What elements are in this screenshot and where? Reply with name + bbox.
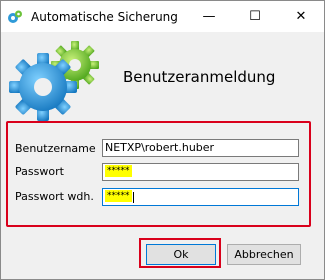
close-icon: ✕ (295, 9, 307, 24)
maximize-icon: ☐ (249, 9, 261, 24)
login-dialog: Automatische Sicherung — ☐ ✕ Benutzeranm… (0, 0, 325, 280)
username-field[interactable]: NETXP\robert.huber (102, 139, 299, 157)
gear-icon (8, 10, 22, 23)
username-label: Benutzername (15, 142, 96, 155)
password-field[interactable]: ***** (102, 163, 299, 181)
ok-button[interactable]: Ok (146, 244, 216, 265)
minimize-icon: — (202, 9, 216, 24)
password-repeat-label: Passwort wdh. (15, 190, 94, 203)
dialog-heading: Benutzeranmeldung (123, 68, 276, 86)
minimize-button[interactable]: — (186, 1, 232, 32)
window-title: Automatische Sicherung (31, 10, 178, 24)
password-repeat-field[interactable]: ***** (102, 188, 299, 206)
text-caret (132, 191, 134, 203)
gears-icon (9, 41, 99, 121)
password-label: Passwort (15, 165, 64, 178)
close-button[interactable]: ✕ (278, 1, 324, 32)
ok-button-label: Ok (173, 248, 189, 261)
title-bar[interactable]: Automatische Sicherung — ☐ ✕ (1, 1, 324, 32)
password-repeat-mask: ***** (105, 190, 132, 202)
username-value: NETXP\robert.huber (105, 141, 215, 154)
password-mask: ***** (105, 165, 132, 177)
maximize-button[interactable]: ☐ (232, 1, 278, 32)
cancel-button-label: Abbrechen (234, 248, 294, 261)
cancel-button[interactable]: Abbrechen (227, 244, 301, 265)
